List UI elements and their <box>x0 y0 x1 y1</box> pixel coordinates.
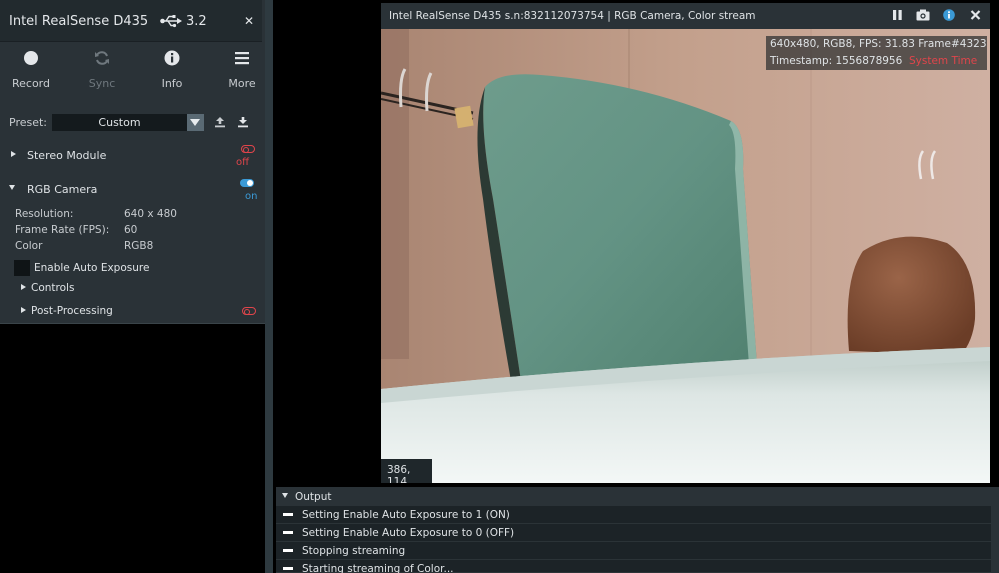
info-icon <box>164 50 180 66</box>
collapse-arrow-icon[interactable] <box>282 493 288 498</box>
more-button[interactable]: More <box>212 48 272 94</box>
output-header[interactable]: Output <box>276 487 999 506</box>
pause-icon[interactable] <box>892 9 903 21</box>
timestamp-domain: System Time <box>908 55 978 67</box>
output-scrollbar[interactable] <box>991 506 999 573</box>
info-button[interactable]: Info <box>142 48 202 94</box>
timestamp-line: Timestamp: 1556878956 System Time <box>770 53 987 70</box>
download-icon[interactable] <box>237 116 249 128</box>
cursor-coordinates: 386, 114 <box>381 459 432 483</box>
preset-value: Custom <box>98 116 141 129</box>
log-dash-icon <box>283 513 293 516</box>
sync-icon <box>95 51 109 65</box>
post-processing-label[interactable]: Post-Processing <box>31 305 113 317</box>
log-dash-icon <box>283 567 293 570</box>
stereo-module-toggle[interactable] <box>241 145 255 153</box>
stream-viewer: Intel RealSense D435 s.n:832112073754 | … <box>381 3 990 483</box>
usb-icon <box>160 15 182 28</box>
stereo-module-state: off <box>236 157 250 168</box>
frame-rate-value[interactable]: 60 <box>124 224 137 236</box>
controls-label[interactable]: Controls <box>31 282 74 294</box>
info-icon[interactable] <box>943 9 955 21</box>
more-label: More <box>228 77 256 90</box>
color-format-label: Color <box>15 240 43 252</box>
record-label: Record <box>11 77 50 90</box>
expand-arrow-icon[interactable] <box>21 284 26 290</box>
stream-stats: 640x480, RGB8, FPS: 31.83 Frame#4323 <box>770 38 987 50</box>
post-processing-toggle[interactable] <box>242 307 256 315</box>
log-text: Stopping streaming <box>302 545 406 557</box>
log-row[interactable]: Setting Enable Auto Exposure to 0 (OFF) <box>276 524 999 542</box>
auto-exposure-checkbox[interactable] <box>14 260 30 276</box>
record-button[interactable]: Record <box>1 48 61 94</box>
resolution-label: Resolution: <box>15 208 74 220</box>
panel-empty-area <box>0 323 265 573</box>
stream-titlebar: Intel RealSense D435 s.n:832112073754 | … <box>381 3 990 29</box>
chevron-down-icon[interactable] <box>187 114 204 131</box>
close-icon[interactable] <box>970 9 981 21</box>
usb-version: 3.2 <box>186 14 207 29</box>
camera-frame-image <box>381 29 990 483</box>
frame-rate-label: Frame Rate (FPS): <box>15 224 110 236</box>
output-panel: Output Setting Enable Auto Exposure to 1… <box>276 487 999 573</box>
expand-arrow-icon[interactable] <box>11 151 16 157</box>
color-stream-frame[interactable]: 640x480, RGB8, FPS: 31.83 Frame#4323 Tim… <box>381 29 990 483</box>
timestamp-value: Timestamp: 1556878956 <box>770 55 903 67</box>
log-text: Setting Enable Auto Exposure to 1 (ON) <box>302 509 510 521</box>
output-title: Output <box>295 491 332 503</box>
record-icon <box>24 51 38 65</box>
rgb-camera-toggle[interactable] <box>240 179 254 187</box>
menu-icon <box>235 52 249 65</box>
device-header: Intel RealSense D435 3.2 ✕ <box>0 0 262 42</box>
info-label: Info <box>161 77 183 90</box>
log-text: Starting streaming of Color... <box>302 563 454 573</box>
color-format-value[interactable]: RGB8 <box>124 240 153 252</box>
device-title: Intel RealSense D435 <box>9 14 149 29</box>
collapse-arrow-icon[interactable] <box>9 185 15 190</box>
log-row[interactable]: Starting streaming of Color... <box>276 560 999 573</box>
stereo-module-label[interactable]: Stereo Module <box>27 149 106 162</box>
panel-splitter[interactable] <box>265 0 273 573</box>
sync-label: Sync <box>88 77 116 90</box>
device-panel: Intel RealSense D435 3.2 ✕ Record Sync I… <box>0 0 265 573</box>
log-row[interactable]: Stopping streaming <box>276 542 999 560</box>
expand-arrow-icon[interactable] <box>21 307 26 313</box>
rgb-camera-label[interactable]: RGB Camera <box>27 183 97 196</box>
preset-label: Preset: <box>9 116 48 129</box>
close-icon[interactable]: ✕ <box>244 14 254 28</box>
camera-snapshot-icon[interactable] <box>916 9 930 21</box>
stream-title: Intel RealSense D435 s.n:832112073754 | … <box>389 10 756 22</box>
log-dash-icon <box>283 531 293 534</box>
log-row[interactable]: Setting Enable Auto Exposure to 1 (ON) <box>276 506 999 524</box>
log-dash-icon <box>283 549 293 552</box>
sync-button[interactable]: Sync <box>72 48 132 94</box>
log-text: Setting Enable Auto Exposure to 0 (OFF) <box>302 527 515 539</box>
stream-info-overlay: 640x480, RGB8, FPS: 31.83 Frame#4323 Tim… <box>766 36 987 70</box>
auto-exposure-label: Enable Auto Exposure <box>34 262 150 274</box>
preset-select[interactable]: Custom <box>52 114 204 131</box>
rgb-camera-state: on <box>245 191 258 202</box>
upload-icon[interactable] <box>214 116 226 128</box>
resolution-value[interactable]: 640 x 480 <box>124 208 177 220</box>
